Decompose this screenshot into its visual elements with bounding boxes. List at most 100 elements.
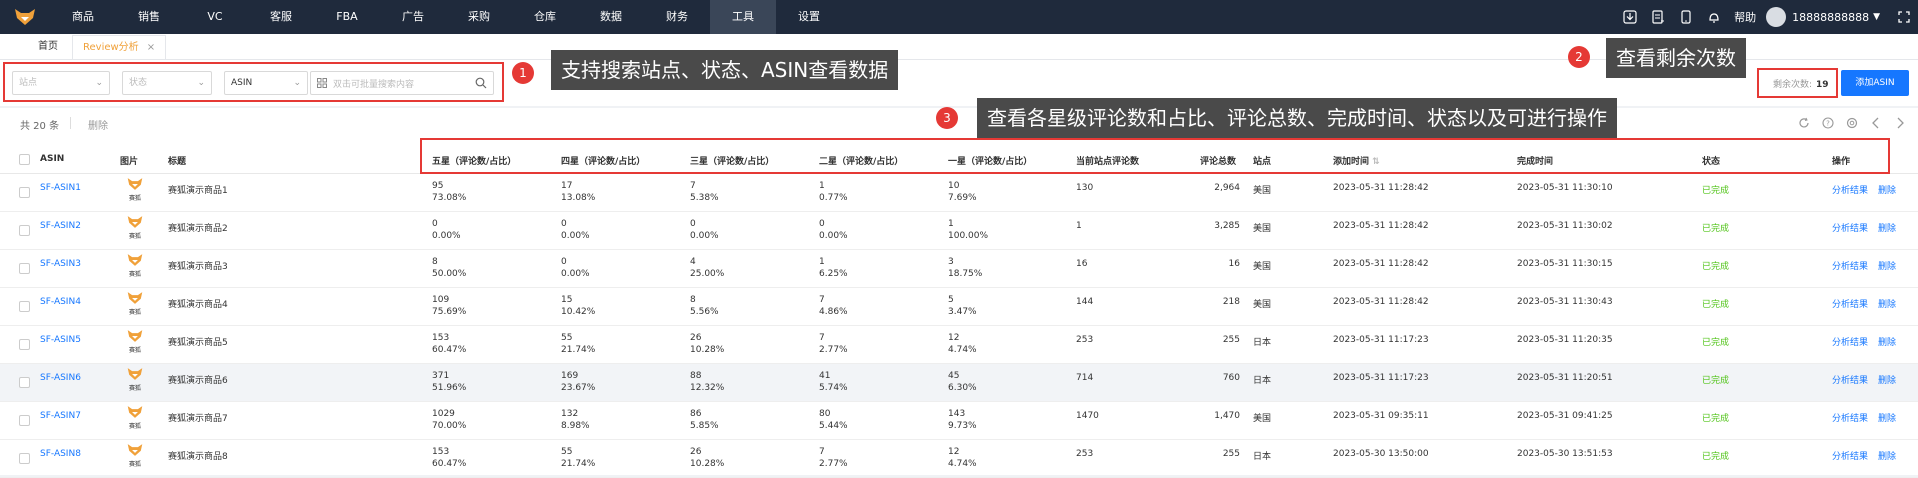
total-reviews: 218 [1222, 297, 1240, 307]
table-row[interactable]: SF-ASIN8 赛狐 赛狐演示商品8 153 60.47% 55 21.74% 26 10.2… [0, 440, 1918, 478]
asin-link[interactable]: SF-ASIN4 [40, 297, 81, 307]
table-row[interactable]: SF-ASIN7 赛狐 赛狐演示商品7 1029 70.00% 132 8.98% 86 5.8… [0, 402, 1918, 440]
user-name[interactable]: 18888888888 [1792, 11, 1869, 24]
five-star: 1029 70.00% [432, 408, 466, 432]
bulk-delete-button[interactable]: 删除 [88, 117, 108, 132]
table-row[interactable]: SF-ASIN3 赛狐 赛狐演示商品3 8 50.00% 0 0.00% 4 25.00% 1 6.… [0, 250, 1918, 288]
completed-time: 2023-05-31 11:20:35 [1517, 335, 1613, 345]
table-row[interactable]: SF-ASIN1 赛狐 赛狐演示商品1 95 73.08% 17 13.08% 7 5.38% 1… [0, 174, 1918, 212]
delete-link[interactable]: 删除 [1878, 411, 1896, 424]
analysis-result-link[interactable]: 分析结果 [1832, 411, 1868, 424]
row-checkbox[interactable] [19, 453, 30, 464]
site: 日本 [1253, 376, 1272, 386]
chevron-right-icon[interactable] [1890, 114, 1910, 132]
bell-icon[interactable] [1700, 0, 1728, 34]
nav-item[interactable]: 数据 [578, 0, 644, 34]
chevron-left-icon[interactable] [1866, 114, 1886, 132]
nav-item[interactable]: 设置 [776, 0, 842, 34]
one-star: 12 4.74% [948, 332, 977, 356]
refresh-icon[interactable] [1794, 114, 1814, 132]
mobile-icon[interactable] [1672, 0, 1700, 34]
row-checkbox[interactable] [19, 263, 30, 274]
nav-item[interactable]: 商品 [50, 0, 116, 34]
row-checkbox[interactable] [19, 301, 30, 312]
analysis-result-link[interactable]: 分析结果 [1832, 449, 1868, 462]
one-star: 3 18.75% [948, 256, 982, 280]
avatar[interactable] [1766, 7, 1787, 27]
delete-link[interactable]: 删除 [1878, 221, 1896, 234]
site: 美国 [1253, 300, 1272, 310]
four-star-count: 55 [561, 333, 573, 343]
table-row[interactable]: SF-ASIN6 赛狐 赛狐演示商品6 371 51.96% 169 23.67% 88 12.… [0, 364, 1918, 402]
asin-link[interactable]: SF-ASIN2 [40, 221, 81, 231]
table-row[interactable]: SF-ASIN5 赛狐 赛狐演示商品5 153 60.47% 55 21.74% 26 10.2… [0, 326, 1918, 364]
nav-item[interactable]: VC [182, 0, 248, 34]
delete-link[interactable]: 删除 [1878, 259, 1896, 272]
chevron-down-icon[interactable]: ▼ [1873, 12, 1880, 22]
main-menu: 商品 销售 VC 客服 FBA 广告 采购 仓库 数据 财务 工具 设置 [50, 0, 842, 34]
analysis-result-link[interactable]: 分析结果 [1832, 259, 1868, 272]
total-reviews: 2,964 [1214, 183, 1240, 193]
one-star-count: 12 [948, 333, 960, 343]
nav-item[interactable]: 仓库 [512, 0, 578, 34]
help-link[interactable]: 帮助 [1734, 9, 1756, 25]
svg-text:?: ? [1826, 120, 1830, 128]
fox-logo-icon[interactable] [0, 0, 50, 34]
analysis-result-link[interactable]: 分析结果 [1832, 297, 1868, 310]
asin-link[interactable]: SF-ASIN8 [40, 449, 81, 459]
asin-link[interactable]: SF-ASIN7 [40, 411, 81, 421]
added-time: 2023-05-31 11:17:23 [1333, 373, 1429, 383]
row-checkbox[interactable] [19, 415, 30, 426]
asin-link[interactable]: SF-ASIN1 [40, 183, 81, 193]
add-asin-button[interactable]: 添加ASIN [1841, 70, 1909, 96]
row-checkbox[interactable] [19, 377, 30, 388]
completed-time: 2023-05-31 11:30:15 [1517, 259, 1613, 269]
delete-link[interactable]: 删除 [1878, 297, 1896, 310]
five-star-count: 109 [432, 295, 450, 305]
remaining-value: 19 [1816, 80, 1829, 90]
status-badge: 已完成 [1702, 376, 1730, 386]
nav-item[interactable]: 采购 [446, 0, 512, 34]
analysis-result-link[interactable]: 分析结果 [1832, 373, 1868, 386]
row-checkbox[interactable] [19, 225, 30, 236]
analysis-result-link[interactable]: 分析结果 [1832, 335, 1868, 348]
select-all-checkbox[interactable] [19, 154, 30, 165]
nav-item[interactable]: 工具 [710, 0, 776, 34]
nav-item[interactable]: 客服 [248, 0, 314, 34]
record-count: 共 20 条 [20, 121, 60, 132]
delete-link[interactable]: 删除 [1878, 183, 1896, 196]
nav-item[interactable]: 财务 [644, 0, 710, 34]
tab-review-analysis[interactable]: Review分析 × [72, 35, 167, 60]
nav-item[interactable]: 销售 [116, 0, 182, 34]
four-star: 55 21.74% [561, 332, 595, 356]
analysis-result-link[interactable]: 分析结果 [1832, 183, 1868, 196]
asin-link[interactable]: SF-ASIN3 [40, 259, 81, 269]
table-row[interactable]: SF-ASIN2 赛狐 赛狐演示商品2 0 0.00% 0 0.00% 0 0.00% 0 0.00… [0, 212, 1918, 250]
asin-link[interactable]: SF-ASIN5 [40, 335, 81, 345]
tab-home[interactable]: 首页 [28, 35, 68, 59]
two-star-count: 1 [819, 181, 825, 191]
row-checkbox[interactable] [19, 339, 30, 350]
help-circle-icon[interactable]: ? [1818, 114, 1838, 132]
export-doc-icon[interactable] [1644, 0, 1672, 34]
table-toolbar: 共 20 条 删除 ? [0, 108, 1918, 138]
nav-item[interactable]: FBA [314, 0, 380, 34]
site-reviews: 130 [1076, 183, 1094, 193]
product-thumbnail: 赛狐 [124, 215, 146, 247]
one-star-percent: 4.74% [948, 345, 977, 355]
col-asin: ASIN [40, 154, 65, 164]
nav-item[interactable]: 广告 [380, 0, 446, 34]
settings-icon[interactable] [1842, 114, 1862, 132]
delete-link[interactable]: 删除 [1878, 373, 1896, 386]
download-icon[interactable] [1616, 0, 1644, 34]
four-star-count: 0 [561, 219, 567, 229]
close-icon[interactable]: × [147, 36, 155, 60]
fullscreen-icon[interactable] [1890, 0, 1918, 34]
two-star-percent: 4.86% [819, 307, 848, 317]
delete-link[interactable]: 删除 [1878, 335, 1896, 348]
analysis-result-link[interactable]: 分析结果 [1832, 221, 1868, 234]
delete-link[interactable]: 删除 [1878, 449, 1896, 462]
table-row[interactable]: SF-ASIN4 赛狐 赛狐演示商品4 109 75.69% 15 10.42% 8 5.56%… [0, 288, 1918, 326]
asin-link[interactable]: SF-ASIN6 [40, 373, 81, 383]
row-checkbox[interactable] [19, 187, 30, 198]
